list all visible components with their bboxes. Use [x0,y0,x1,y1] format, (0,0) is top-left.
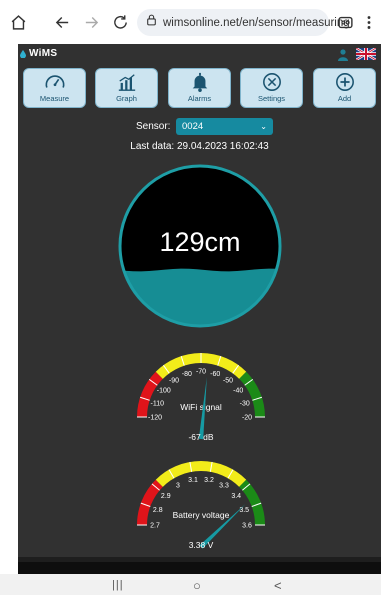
gauge-tick-label: 2.8 [153,507,163,514]
alarms-label: Alarms [187,94,212,103]
gauge-tick-label: -100 [157,388,171,395]
gauge-tick-label: 3.2 [204,477,214,484]
gauge-tick-label: 2.7 [150,523,160,530]
gauge-tick-label: -90 [169,377,179,384]
logo-text: WiMS [29,48,58,59]
gauge-segment-green [239,371,265,418]
graph-label: Graph [116,94,137,103]
browser-toolbar: wimsonline.net/en/sensor/measuring [0,0,381,44]
gauge-tick-label: -80 [182,371,192,378]
url-text[interactable]: wimsonline.net/en/sensor/measuring [163,17,350,29]
more-menu-icon[interactable] [359,12,379,32]
gauge-tick-label: 3.1 [188,477,198,484]
recent-apps-button[interactable]: ||| [112,579,124,591]
gauge-tick-label: -70 [196,369,206,376]
gauge-title: WiFi signal [180,402,222,412]
footer-bar [18,562,381,574]
gauge-title: Battery voltage [173,510,230,520]
gauge-tick-label: 3.6 [242,523,252,530]
last-data-text: Last data: 29.04.2023 16:02:43 [130,141,269,152]
app-container: WiMS Measure Graph Alarms Settings Add S… [18,44,381,574]
reload-icon[interactable] [110,12,130,32]
uk-flag-icon[interactable] [356,48,376,60]
home-icon[interactable] [8,12,28,32]
back-icon[interactable] [52,12,72,32]
water-drop-icon [20,49,26,58]
gauge-icon [45,75,64,88]
tab-switcher-icon[interactable] [335,12,355,32]
gauge-tick-label: 2.9 [161,493,171,500]
wifi-gauge: -120 -110 -100 -90-80 -70 -60-50-40 -30 -20 WiFi… [137,353,265,442]
gauge-value: -67 dB [188,432,213,442]
gauge-segment-red [137,371,163,418]
user-icon[interactable] [338,49,348,61]
gauge-tick-label: -40 [233,388,243,395]
bar-chart-icon [118,74,135,91]
measure-button[interactable]: Measure [23,68,86,108]
home-button[interactable]: ○ [193,578,201,593]
main-nav: Measure Graph Alarms Settings Add [18,68,381,108]
app-header: WiMS [18,44,381,64]
sensor-value: 0024 [182,121,204,132]
forward-icon[interactable] [81,12,101,32]
sensor-row: Sensor: 0024 ⌄ [18,118,381,136]
battery-gauge: 2.7 2.8 2.9 3 3.1 3.2 3.33.4 3.5 3.6 Battery volt… [137,461,265,550]
gauge-tick-label: -110 [151,400,165,407]
tools-icon [262,73,281,91]
gauge-tick-label: -60 [210,371,220,378]
gauge-tick-label: 3 [176,483,180,490]
measure-label: Measure [39,94,70,103]
gauge-tick-label: 3.3 [219,483,229,490]
sensor-select[interactable]: 0024 ⌄ [176,118,273,135]
settings-button[interactable]: Settings [240,68,303,108]
gauge-tick-label: 3.4 [231,493,241,500]
sensor-label: Sensor: [136,121,171,132]
settings-label: Settings [257,94,286,103]
add-button[interactable]: Add [313,68,376,108]
gauge-tick-label: -30 [240,400,250,407]
bell-icon [192,72,207,92]
site-info-icon[interactable] [145,13,158,32]
gauge-tick-label: -50 [223,377,233,384]
back-button[interactable]: < [274,578,282,593]
gauge-tick-label: 3.5 [239,507,249,514]
level-value: 129cm [159,227,241,257]
plus-circle-icon [335,73,354,91]
add-label: Add [337,94,352,103]
graph-button[interactable]: Graph [95,68,158,108]
android-nav-bar: ||| ○ < [0,574,381,595]
chevron-down-icon: ⌄ [260,122,267,131]
gauge-tick-label: -20 [242,415,252,422]
gauge-tick-label: -120 [148,415,162,422]
logo[interactable]: WiMS [20,48,57,59]
alarms-button[interactable]: Alarms [168,68,231,108]
address-bar[interactable]: wimsonline.net/en/sensor/measuring [137,9,350,36]
gauge-value: 3.38 V [189,540,214,550]
